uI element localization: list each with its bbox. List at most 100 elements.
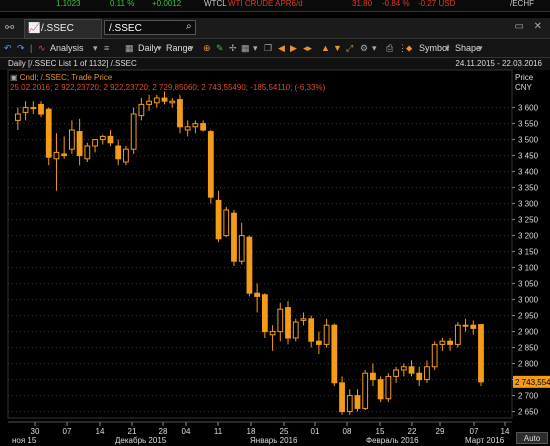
candle — [354, 389, 361, 412]
y-tick-label: 2 850 — [518, 344, 539, 353]
candle-body — [339, 382, 345, 413]
candle — [447, 338, 454, 351]
candle — [184, 120, 191, 137]
x-tick-label: 28 — [159, 427, 168, 436]
y-tick-label: 3 000 — [518, 296, 539, 305]
candle-body — [192, 123, 199, 128]
candle — [146, 94, 152, 111]
candle-body — [14, 113, 21, 121]
candle-body — [215, 199, 222, 240]
x-tick-label: 22 — [408, 427, 417, 436]
candle-body — [370, 372, 376, 381]
y-axis-header: Price CNY — [515, 73, 533, 93]
candle — [246, 235, 253, 297]
candle — [115, 139, 122, 166]
candle — [192, 120, 199, 134]
candle — [84, 142, 91, 162]
candle — [377, 376, 384, 402]
candle — [161, 91, 168, 105]
candle — [408, 360, 415, 377]
candle — [385, 373, 392, 402]
x-tick-label: 29 — [436, 427, 445, 436]
candle-body — [238, 235, 245, 262]
x-tick-label: 01 — [311, 427, 320, 436]
candle — [478, 324, 484, 386]
x-tick-label: 08 — [343, 427, 352, 436]
candle-body — [292, 321, 299, 339]
candle-body — [130, 113, 137, 150]
y-tick-label: 3 450 — [518, 152, 539, 161]
candle — [300, 312, 307, 326]
candle — [215, 190, 222, 242]
candle-body — [400, 366, 407, 371]
candle — [61, 136, 68, 159]
candle-body — [377, 379, 384, 400]
y-axis-unit: CNY — [515, 83, 532, 92]
x-month-label: Март 2016 — [465, 436, 505, 445]
candle-body — [231, 212, 237, 262]
candle-body — [169, 100, 176, 104]
candle-body — [447, 340, 454, 345]
candle-body — [146, 100, 152, 105]
candle — [30, 101, 37, 114]
candle-body — [53, 151, 60, 160]
candle — [315, 331, 322, 354]
candle-body — [223, 209, 230, 237]
candle — [339, 376, 345, 415]
candlestick-chart[interactable]: 3 600 3 550 3 500 3 450 3 400 3 350 3 300 3 250… — [0, 0, 550, 446]
candle — [153, 94, 160, 108]
candle-body — [45, 108, 52, 158]
candle-body — [138, 103, 145, 117]
candle-body — [161, 97, 168, 102]
candle — [285, 301, 291, 345]
candle-body — [76, 131, 83, 157]
candle-body — [362, 372, 369, 409]
y-axis: 3 600 3 550 3 500 3 450 3 400 3 350 3 300 3 250… — [512, 104, 550, 417]
candle — [416, 366, 423, 386]
y-tick-label: 3 350 — [518, 184, 539, 193]
candle-body — [38, 103, 44, 115]
candle — [177, 94, 183, 134]
candle — [68, 120, 75, 154]
candle — [123, 146, 129, 166]
candle — [277, 302, 284, 342]
candle-body — [308, 318, 315, 342]
candle-body — [22, 107, 29, 113]
y-tick-label: 3 400 — [518, 168, 539, 177]
candle-body — [439, 340, 446, 345]
candle-body — [354, 395, 361, 409]
candle — [454, 322, 461, 348]
candle-body — [92, 139, 98, 147]
candle-body — [323, 324, 330, 345]
y-tick-label: 3 250 — [518, 216, 539, 225]
candle-body — [424, 366, 430, 381]
y-tick-label: 3 550 — [518, 120, 539, 129]
candle-body — [346, 395, 353, 413]
x-month-label: Январь 2016 — [250, 436, 298, 445]
candle — [346, 389, 353, 415]
candle-body — [99, 135, 106, 141]
auto-scale-button[interactable]: Auto — [516, 432, 548, 444]
y-tick-label: 3 300 — [518, 200, 539, 209]
candle-body — [315, 340, 322, 345]
candle — [138, 98, 145, 121]
candle-body — [478, 324, 484, 383]
candle — [308, 315, 315, 348]
x-month-label: Февраль 2016 — [366, 436, 419, 445]
candle — [269, 325, 276, 351]
candle-body — [153, 97, 160, 104]
candle-body — [68, 129, 75, 150]
candle — [362, 370, 369, 410]
y-tick-label: 3 200 — [518, 232, 539, 241]
y-tick-label: 3 600 — [518, 104, 539, 113]
candle — [238, 222, 245, 265]
candle — [254, 283, 261, 313]
y-tick-label: 3 500 — [518, 136, 539, 145]
candle — [393, 366, 399, 383]
x-tick-label: 30 — [31, 427, 40, 436]
candle — [107, 130, 114, 146]
y-tick-label: 3 100 — [518, 264, 539, 273]
candle — [231, 210, 237, 266]
candle — [261, 293, 268, 338]
candle-body — [177, 99, 183, 128]
